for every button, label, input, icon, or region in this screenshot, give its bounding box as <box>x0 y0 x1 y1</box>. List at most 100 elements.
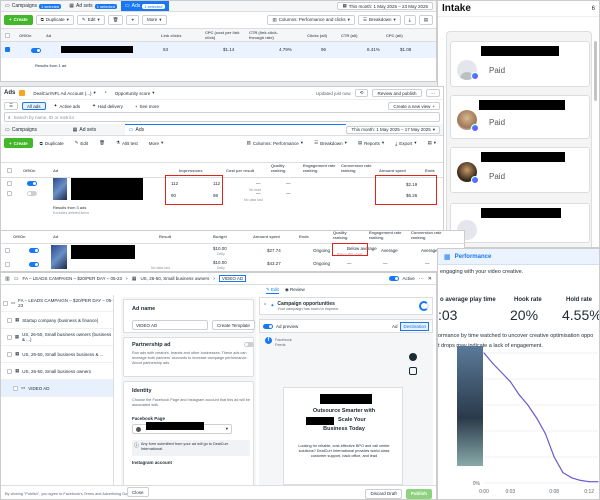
filter-had-delivery[interactable]: ✦ Had delivery <box>88 102 127 110</box>
table-row[interactable]: $10.00 Daily $43.27 Ongoing — — — No dat… <box>1 258 464 271</box>
close-icon[interactable]: ✕ <box>428 276 432 282</box>
discard-draft-button[interactable]: Discard Draft <box>365 488 402 499</box>
close-button[interactable]: Close <box>127 487 149 497</box>
create-button[interactable]: + Create <box>4 138 33 148</box>
tree-checkbox[interactable] <box>7 334 12 340</box>
delete-button[interactable]: 🗑 <box>107 14 124 25</box>
columns-button[interactable]: ▥ Columns: Performance ▾ <box>242 138 308 148</box>
lead-card[interactable]: Paid <box>450 95 590 139</box>
breadcrumb[interactable]: FA – LEADS CAMPAIGN – $20/PER DAY – 05-2… <box>22 276 122 281</box>
ad-toggle[interactable] <box>29 248 39 253</box>
duplicate-button[interactable]: ⧉ Duplicate <box>35 138 68 148</box>
edit-button[interactable]: ✎ Edit ▾ <box>76 14 105 25</box>
partnership-toggle[interactable] <box>244 342 254 347</box>
scrollbar[interactable] <box>594 41 597 101</box>
tree-adset[interactable]: ▦ US, 26-50, Small business owners (busin… <box>1 329 113 346</box>
date-range-picker[interactable]: ▦ This month: 1 May 2025 – 23 May 2025 <box>337 2 433 10</box>
breadcrumb[interactable]: VIDEO AD <box>218 275 247 282</box>
row-checkbox[interactable] <box>7 181 12 186</box>
lead-card[interactable] <box>450 203 590 243</box>
more-options-button[interactable]: ··· <box>425 89 440 97</box>
tree-adset[interactable]: ▦ US, 26-50, Small business owners <box>1 363 113 380</box>
tab-campaigns[interactable]: ▭ Campaigns 1 selected <box>1 1 65 11</box>
active-toggle[interactable] <box>388 276 399 281</box>
ad-toggle[interactable] <box>27 181 37 186</box>
export-button[interactable]: ⤓ <box>403 14 416 25</box>
pencil-icon: ✎ <box>74 140 79 145</box>
page-title: Ads <box>4 90 16 96</box>
tab-ads[interactable]: ▭ Ads <box>124 124 347 135</box>
ad-toggle[interactable] <box>27 191 37 196</box>
trash-icon: 🗑 <box>99 140 105 145</box>
preview-toggle[interactable] <box>263 323 273 329</box>
breadcrumb[interactable]: US, 26-50, Small business owners <box>140 276 209 281</box>
create-button[interactable]: + Create <box>4 14 33 25</box>
tree-adset[interactable]: ▦ US, 26-50, Small business business & ..… <box>1 346 113 363</box>
date-range-picker[interactable]: This month: 1 May 2025 – 17 May 2025 ▾ <box>346 125 441 134</box>
review-publish-button[interactable]: Review and publish <box>372 89 422 97</box>
ad-toggle[interactable] <box>29 262 39 267</box>
tree-checkbox[interactable] <box>3 300 8 306</box>
filter-all-ads[interactable]: All ads <box>22 102 46 110</box>
publish-button[interactable]: Publish <box>405 488 432 499</box>
tab-ad[interactable]: Ad <box>392 324 398 329</box>
performance-icon: ▦ <box>444 253 451 261</box>
chart-button[interactable]: ▤ ▾ <box>423 138 440 148</box>
lead-card[interactable]: Paid <box>450 147 590 193</box>
ad-toggle[interactable] <box>31 48 41 53</box>
more-button[interactable]: More ▾ <box>141 14 167 25</box>
tree-checkbox[interactable] <box>7 368 12 374</box>
tab-ad-sets[interactable]: ▦ Ad sets <box>69 124 125 135</box>
ab-test-button[interactable]: ⚗ A/B test <box>111 138 142 148</box>
tag-button[interactable]: ⌖ <box>126 14 139 25</box>
row-checkbox[interactable] <box>5 47 10 52</box>
eye-icon: ◉ <box>284 287 289 292</box>
ad-name-input[interactable]: VIDEO AD <box>132 320 208 330</box>
sidebar-toggle-icon[interactable]: ▥ <box>5 276 10 282</box>
tree-checkbox[interactable] <box>7 351 12 357</box>
columns-button[interactable]: ▥ Columns: Performance and clicks ▾ <box>267 14 355 25</box>
opportunity-score[interactable]: Opportunity score ▾ <box>110 89 159 97</box>
table-row[interactable]: 53 $1.14 4.79% 96 8.41% $1.08 <box>1 42 436 58</box>
tab-ad-sets[interactable]: ▦ Ad sets 1 selected <box>65 1 121 11</box>
tree-checkbox[interactable] <box>7 317 12 323</box>
views-button[interactable]: ☰ <box>4 102 19 110</box>
select-all-checkbox[interactable] <box>5 33 10 38</box>
messenger-icon[interactable] <box>409 353 417 361</box>
tree-checkbox[interactable] <box>13 385 18 391</box>
tab-destination[interactable]: Destination <box>400 321 429 331</box>
export-button[interactable]: ⤓ Export ▾ <box>391 138 421 148</box>
calendar-icon: ▦ <box>342 3 347 8</box>
duplicate-button[interactable]: ⧉ Duplicate ▾ <box>35 14 74 25</box>
more-icon[interactable]: ··· <box>419 276 424 282</box>
row-checkbox[interactable] <box>5 262 10 267</box>
edit-button[interactable]: ✎ Edit <box>70 138 93 148</box>
breakdown-button[interactable]: ☰ Breakdown ▾ <box>357 14 401 25</box>
tree-campaign[interactable]: ▭ FA – LEADS CAMPAIGN – $20/PER DAY – 05-… <box>1 295 113 312</box>
tab-edit[interactable]: ✎ Edit <box>266 287 279 294</box>
chart-button[interactable]: ▤ <box>418 14 433 25</box>
create-view-button[interactable]: Create a new view + <box>388 102 440 110</box>
tree-ad[interactable]: ▭ VIDEO AD <box>1 380 113 397</box>
row-checkbox[interactable] <box>5 248 10 253</box>
tree-adset[interactable]: ▦ Startup company (business & finance) <box>1 312 113 329</box>
table-row[interactable]: $10.00 Daily $27.74 Ongoing Below averag… <box>1 244 464 269</box>
select-all-checkbox[interactable] <box>7 168 12 173</box>
row-checkbox[interactable] <box>7 191 12 196</box>
reports-button[interactable]: ▤ Reports ▾ <box>353 138 389 148</box>
account-selector[interactable]: DealCurrNFL Ad Account (...) ▾ <box>29 89 100 97</box>
tab-review[interactable]: ◉ Review <box>285 287 305 293</box>
create-template-button[interactable]: Create Template <box>212 320 255 330</box>
breakdown-button[interactable]: ☰ Breakdown ▾ <box>310 138 351 148</box>
filter-active-ads[interactable]: ✦ Active ads <box>49 102 85 110</box>
delete-button[interactable]: 🗑 <box>95 138 109 148</box>
chevron-up-icon[interactable]: ⌃ <box>263 303 267 309</box>
instagram-icon[interactable] <box>409 367 417 375</box>
tab-ads[interactable]: ▭ Ads 1 selected <box>120 1 169 11</box>
see-more-button[interactable]: + See more <box>130 102 164 110</box>
more-button[interactable]: More ▾ <box>144 138 168 148</box>
search-bar[interactable]: ⌕ Search by name, ID or metrics <box>4 112 440 122</box>
lead-card[interactable]: Paid <box>450 41 590 87</box>
tab-campaigns[interactable]: ▭ Campaigns <box>1 124 69 135</box>
discard-button[interactable]: ⟲ <box>354 89 369 97</box>
